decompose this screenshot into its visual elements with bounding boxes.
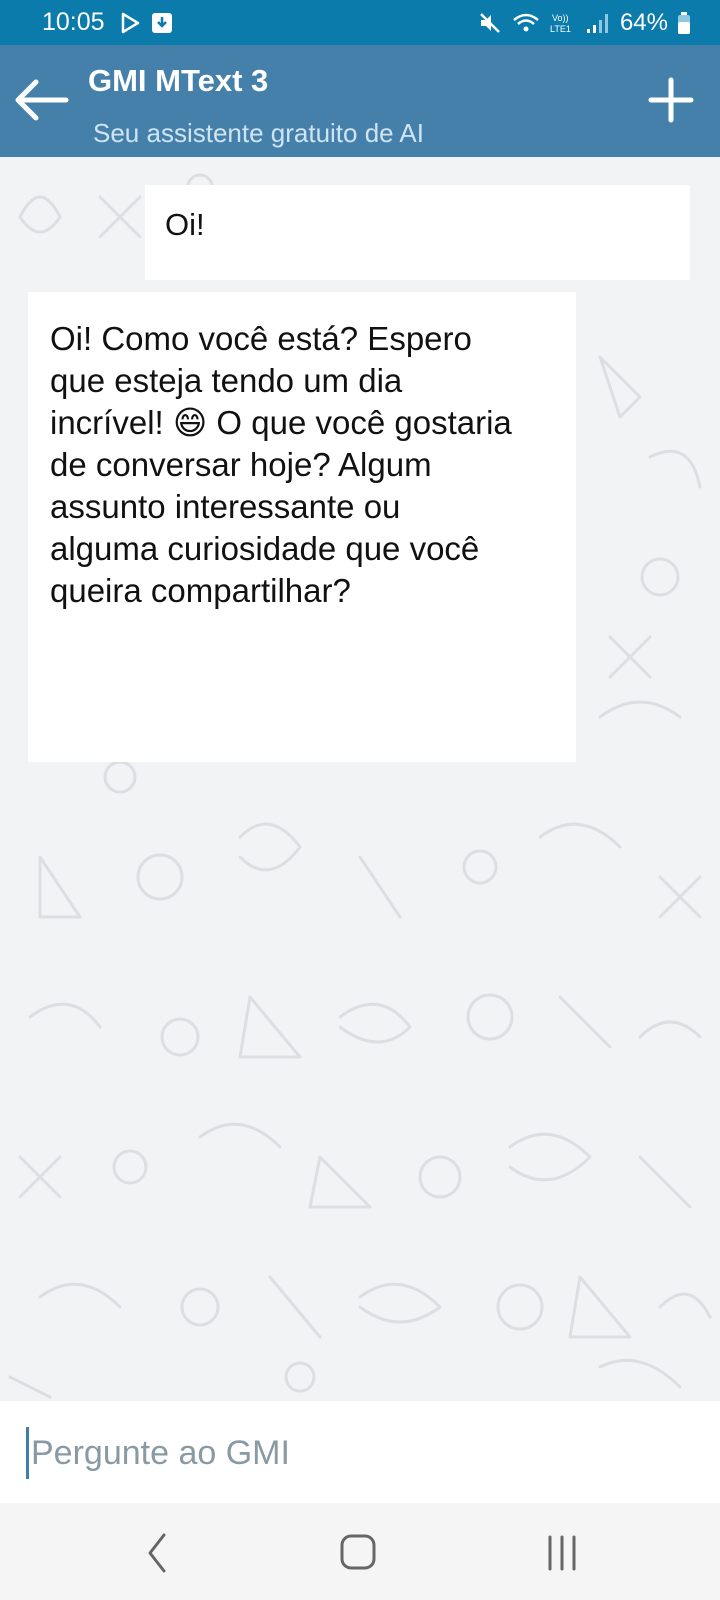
chevron-left-icon: [148, 1533, 166, 1573]
new-chat-button[interactable]: [646, 75, 696, 125]
battery-percentage: 64%: [619, 8, 668, 36]
assistant-message-line: incrível! 😄 O que você gostaria: [50, 404, 512, 441]
plus-icon: [648, 77, 694, 123]
app-subtitle: Seu assistente gratuito de AI: [93, 118, 424, 148]
volte-icon: Vo)) LTE1: [550, 13, 571, 34]
svg-text:LTE1: LTE1: [550, 24, 571, 34]
assistant-message[interactable]: Oi! Como você está? Espero que esteja te…: [28, 292, 576, 762]
nav-back-button[interactable]: [128, 1531, 188, 1575]
navigation-bar: [0, 1503, 720, 1600]
user-message[interactable]: Oi!: [145, 185, 690, 280]
status-time: 10:05: [42, 8, 105, 36]
battery-icon: [678, 11, 690, 34]
assistant-message-line: de conversar hoje? Algum: [50, 446, 432, 483]
recents-icon: [548, 1535, 576, 1571]
signal-icon: [586, 13, 608, 33]
back-button[interactable]: [12, 75, 72, 125]
assistant-message-line: Oi! Como você está? Espero: [50, 320, 472, 357]
download-icon: [151, 12, 172, 33]
status-bar: 10:05 Vo)) LTE1 64%: [0, 0, 720, 45]
home-square-icon: [340, 1534, 376, 1570]
play-store-icon: [121, 12, 139, 33]
chat-area[interactable]: Oi! Oi! Como você está? Espero que estej…: [0, 157, 720, 1401]
back-arrow-icon: [15, 79, 69, 121]
assistant-message-line: queira compartilhar?: [50, 572, 351, 609]
wifi-icon: [513, 13, 539, 31]
input-bar: [0, 1401, 720, 1503]
nav-home-button[interactable]: [328, 1531, 388, 1575]
app-bar: GMI MText 3 Seu assistente gratuito de A…: [0, 45, 720, 157]
message-input[interactable]: [26, 1427, 693, 1479]
user-message-text: Oi!: [165, 207, 205, 242]
app-title: GMI MText 3: [88, 63, 269, 98]
svg-text:Vo)): Vo)): [552, 13, 569, 23]
mute-icon: [480, 12, 500, 33]
assistant-message-line: que esteja tendo um dia: [50, 362, 403, 399]
assistant-message-line: assunto interessante ou: [50, 488, 401, 525]
nav-recents-button[interactable]: [532, 1531, 592, 1575]
assistant-message-line: alguma curiosidade que você: [50, 530, 480, 567]
